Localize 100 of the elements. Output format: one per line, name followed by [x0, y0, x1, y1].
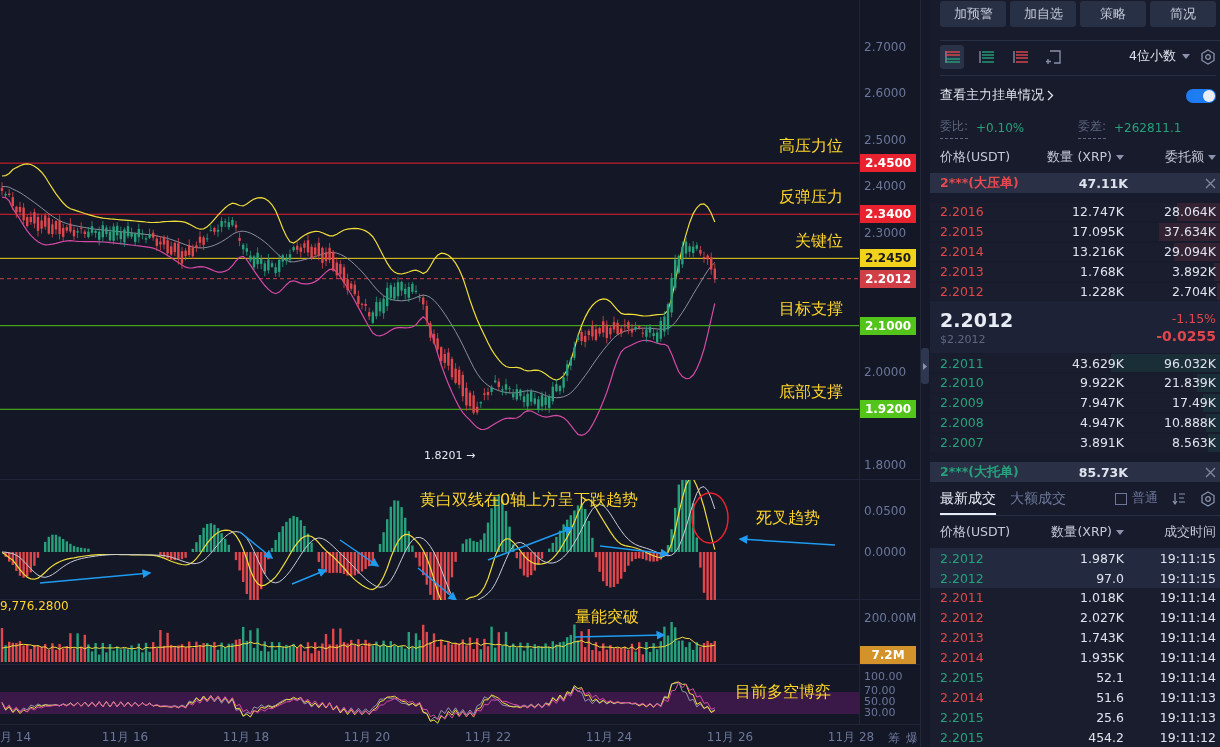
- level-note: 目标支撑: [779, 298, 844, 319]
- trade-time: 19:11:12: [1158, 729, 1216, 745]
- ratio-value: +0.10%: [976, 121, 1025, 136]
- action-button[interactable]: 简况: [1150, 1, 1216, 27]
- price-axis-label: 2.7000: [864, 40, 907, 55]
- trade-price: 2.2013: [940, 630, 985, 646]
- change-amount: -0.0255: [1156, 327, 1216, 344]
- ask-total: 2.704K: [1171, 283, 1216, 299]
- macd-note: 死叉趋势: [756, 508, 820, 528]
- rsi-axis-label: 30.00: [864, 707, 896, 719]
- ask-total: 28.064K: [1163, 204, 1216, 220]
- trade-amount: 2.027K: [1079, 610, 1124, 626]
- trade-price: 2.2015: [940, 669, 985, 685]
- level-note: 反弹压力: [779, 187, 844, 208]
- trade-amount: 1.018K: [1079, 590, 1124, 606]
- price-axis-label: 2.3000: [864, 225, 907, 240]
- rsi-axis-label: 70.00: [864, 685, 896, 697]
- date-axis-label: 月 14: [0, 729, 32, 746]
- trade-price: 2.2014: [940, 650, 985, 666]
- trade-amount: 454.2: [1087, 729, 1124, 745]
- bid-amount: 43.629K: [1071, 355, 1124, 371]
- ask-price: 2.2015: [940, 224, 985, 240]
- big-order-amount: 85.73K: [1077, 464, 1128, 480]
- price-axis-label: 2.4000: [864, 179, 907, 194]
- precision-dropdown[interactable]: 4位小数: [1129, 48, 1190, 66]
- date-axis-label: 11月 22: [464, 729, 512, 746]
- bid-price: 2.2011: [940, 355, 985, 371]
- column-header[interactable]: 数量 (XRP): [1034, 148, 1124, 166]
- price-tag: 1.9200: [860, 400, 917, 419]
- date-axis-label: 11月 26: [706, 729, 754, 746]
- trade-amount: 1.935K: [1079, 650, 1124, 666]
- rsi-axis-label: 50.00: [864, 696, 896, 708]
- level-note: 底部支撑: [779, 382, 844, 403]
- volume-tag: 7.2M: [860, 646, 917, 664]
- main-orders-link[interactable]: 查看主力挂单情况: [940, 87, 1054, 105]
- ask-total: 29.094K: [1163, 244, 1216, 260]
- date-axis-label: 11月 28: [827, 729, 875, 746]
- bid-price: 2.2007: [940, 435, 985, 451]
- price-axis-label: 2.6000: [864, 86, 907, 101]
- trade-amount: 97.0: [1095, 570, 1124, 586]
- trade-amount: 52.1: [1095, 669, 1124, 685]
- date-axis-label: 11月 24: [585, 729, 633, 746]
- trade-amount: 51.6: [1095, 689, 1124, 705]
- trade-amount: 1.743K: [1079, 630, 1124, 646]
- trade-price: 2.2014: [940, 689, 985, 705]
- trade-amount: 25.6: [1095, 709, 1124, 725]
- rsi-note: 目前多空博弈: [735, 682, 831, 702]
- trade-amount: 1.987K: [1079, 550, 1124, 566]
- column-header[interactable]: 数量(XRP): [1034, 523, 1124, 541]
- price-tag: 2.3400: [860, 205, 917, 224]
- price-axis-label: 2.0000: [864, 365, 907, 380]
- bid-amount: 3.891K: [1079, 435, 1124, 451]
- ask-total: 37.634K: [1163, 224, 1216, 240]
- difference-value: +262811.1: [1114, 121, 1182, 136]
- trade-time: 19:11:15: [1158, 570, 1216, 586]
- normal-filter-checkbox[interactable]: 普通: [1115, 490, 1158, 508]
- bid-amount: 4.947K: [1079, 415, 1124, 431]
- price-tag: 2.2450: [860, 249, 917, 268]
- last-price-usd: $2.2012: [940, 332, 986, 346]
- column-header: 价格(USDT): [940, 523, 1012, 541]
- ask-price: 2.2016: [940, 204, 985, 220]
- trade-time: 19:11:15: [1158, 550, 1216, 566]
- price-tag: 2.4500: [860, 154, 917, 173]
- trades-tab[interactable]: 最新成交: [940, 482, 996, 516]
- macd-axis-label: 0.0500: [864, 504, 907, 518]
- action-button[interactable]: 策略: [1080, 1, 1146, 27]
- bid-total: 96.032K: [1163, 355, 1216, 371]
- level-note: 关键位: [795, 231, 844, 252]
- bid-total: 21.839K: [1163, 375, 1216, 391]
- column-header[interactable]: 委托额: [1124, 148, 1216, 166]
- big-order-amount: 47.11K: [1077, 175, 1128, 191]
- volume-axis-label: 200.00M: [864, 611, 917, 625]
- trade-time: 19:11:13: [1158, 709, 1216, 725]
- action-button[interactable]: 加自选: [1010, 1, 1076, 27]
- ask-amount: 12.747K: [1071, 204, 1124, 220]
- trades-tab[interactable]: 大额成交: [1010, 482, 1066, 516]
- date-axis-label: 11月 18: [222, 729, 270, 746]
- indicator-reading: 9,776.2800: [0, 600, 69, 613]
- axis-toggle-button[interactable]: 爆: [906, 729, 918, 747]
- volume-note: 量能突破: [575, 607, 639, 627]
- ask-amount: 17.095K: [1071, 224, 1124, 240]
- price-tag: 2.1000: [860, 316, 917, 335]
- column-header: 成交时间: [1163, 523, 1216, 541]
- date-axis-label: 11月 20: [343, 729, 391, 746]
- ask-amount: 1.768K: [1079, 264, 1124, 280]
- bid-amount: 7.947K: [1079, 395, 1124, 411]
- trade-time: 19:11:14: [1158, 669, 1216, 685]
- ask-price: 2.2014: [940, 244, 985, 260]
- low-price-marker: 1.8201 →: [424, 449, 476, 462]
- price-axis-label: 1.8000: [864, 458, 907, 472]
- column-header: 价格(USDT): [940, 148, 1012, 166]
- trade-price: 2.2015: [940, 709, 985, 725]
- trade-price: 2.2012: [940, 570, 985, 586]
- trade-price: 2.2012: [940, 610, 985, 626]
- trade-time: 19:11:14: [1158, 630, 1216, 646]
- change-percent: -1.15%: [1171, 310, 1216, 326]
- action-button[interactable]: 加预警: [940, 1, 1006, 27]
- bid-amount: 9.922K: [1079, 375, 1124, 391]
- axis-toggle-button[interactable]: 筹: [888, 729, 900, 747]
- bid-total: 17.49K: [1171, 395, 1216, 411]
